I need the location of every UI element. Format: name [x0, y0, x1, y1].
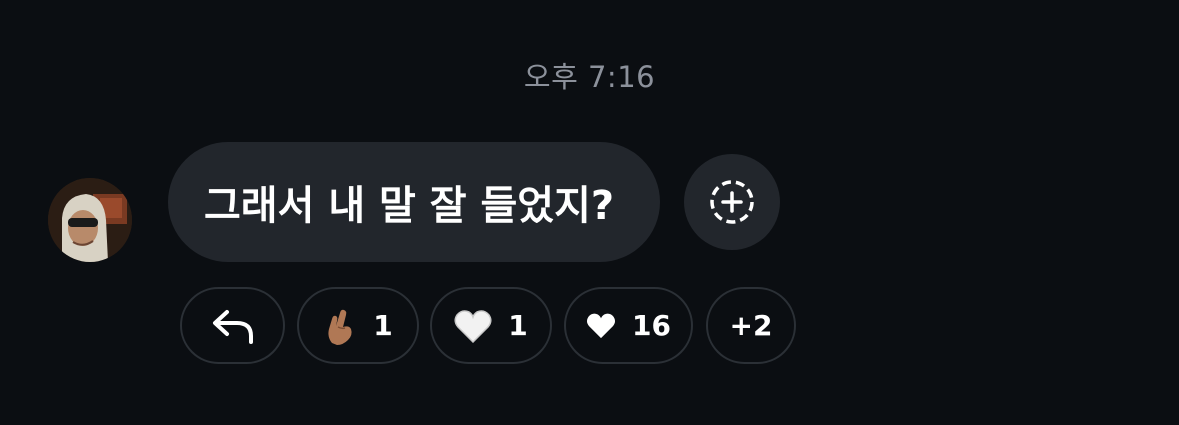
reaction-heart[interactable]: 16	[564, 287, 693, 364]
more-reactions-button[interactable]: +2	[706, 287, 796, 364]
reaction-white-heart[interactable]: 1	[430, 287, 552, 364]
reaction-finger-heart[interactable]: 1	[297, 287, 419, 364]
reply-arrow-icon	[212, 309, 253, 344]
reaction-count: 1	[508, 309, 528, 342]
message-bubble[interactable]: 그래서 내 말 잘 들었지?	[168, 142, 660, 262]
more-reactions-count: +2	[729, 309, 773, 342]
message-timestamp: 오후 7:16	[523, 60, 656, 94]
white-heart-solid-emoji	[586, 312, 616, 339]
add-reaction-icon	[710, 180, 754, 224]
add-reaction-button[interactable]	[684, 154, 780, 250]
reaction-count: 16	[632, 309, 671, 342]
reaction-count: 1	[373, 309, 393, 342]
white-heart-emoji	[454, 309, 492, 343]
finger-heart-emoji	[323, 307, 357, 345]
reply-button[interactable]	[180, 287, 285, 364]
message-text: 그래서 내 말 잘 들었지?	[204, 183, 615, 229]
sender-avatar[interactable]	[48, 178, 132, 262]
avatar-image	[48, 178, 132, 262]
